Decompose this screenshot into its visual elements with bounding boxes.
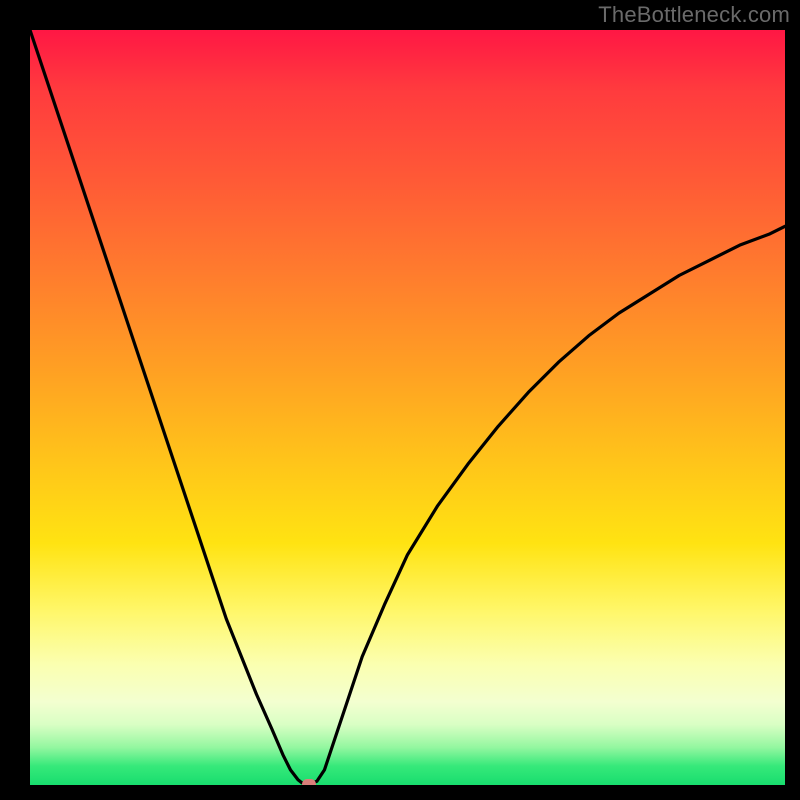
plot-area [30, 30, 785, 785]
curve-path [30, 30, 785, 784]
watermark-text: TheBottleneck.com [598, 2, 790, 28]
bottleneck-curve [30, 30, 785, 785]
optimum-marker [302, 779, 316, 785]
chart-frame: TheBottleneck.com [0, 0, 800, 800]
